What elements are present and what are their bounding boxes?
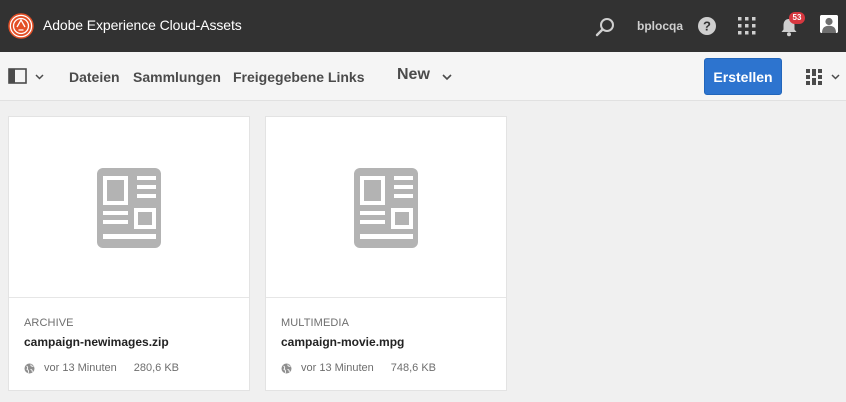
user-avatar[interactable] bbox=[820, 15, 838, 33]
folder-title-dropdown[interactable]: New bbox=[397, 66, 430, 84]
svg-text:?: ? bbox=[703, 19, 711, 34]
view-switcher-icon[interactable] bbox=[805, 67, 841, 87]
search-icon[interactable] bbox=[594, 16, 616, 38]
asset-meta: vor 13 Minuten 280,6 KB bbox=[24, 362, 179, 374]
notification-count-badge: 53 bbox=[789, 12, 805, 24]
asset-card[interactable]: MULTIMEDIA campaign-movie.mpg vor 13 Min… bbox=[265, 116, 507, 391]
tab-dateien[interactable]: Dateien bbox=[69, 69, 120, 85]
file-size: 748,6 KB bbox=[390, 362, 437, 374]
asset-type-label: MULTIMEDIA bbox=[281, 317, 350, 329]
experience-cloud-logo-icon[interactable] bbox=[8, 13, 34, 39]
globe-icon bbox=[24, 363, 35, 373]
asset-type-label: ARCHIVE bbox=[24, 317, 74, 329]
asset-title[interactable]: campaign-newimages.zip bbox=[24, 335, 169, 349]
generic-document-icon bbox=[97, 168, 161, 248]
apps-grid-icon[interactable] bbox=[738, 17, 756, 35]
asset-meta: vor 13 Minuten 748,6 KB bbox=[281, 362, 436, 374]
user-icon bbox=[820, 15, 838, 33]
asset-card[interactable]: ARCHIVE campaign-newimages.zip vor 13 Mi… bbox=[8, 116, 250, 391]
asset-thumbnail[interactable] bbox=[266, 117, 506, 298]
tab-freigegebene-links[interactable]: Freigegebene Links bbox=[233, 69, 364, 85]
chevron-down-icon[interactable] bbox=[442, 73, 452, 81]
asset-thumbnail[interactable] bbox=[9, 117, 249, 298]
app-title[interactable]: Adobe Experience Cloud-Assets bbox=[43, 17, 242, 33]
shell-header: Adobe Experience Cloud-Assets bplocqa ? … bbox=[0, 0, 846, 52]
tab-sammlungen[interactable]: Sammlungen bbox=[133, 69, 221, 85]
generic-document-icon bbox=[354, 168, 418, 248]
modified-time: vor 13 Minuten bbox=[301, 362, 374, 374]
modified-time: vor 13 Minuten bbox=[44, 362, 117, 374]
create-button[interactable]: Erstellen bbox=[704, 58, 782, 95]
globe-icon bbox=[281, 363, 292, 373]
help-icon[interactable]: ? bbox=[697, 16, 717, 36]
file-size: 280,6 KB bbox=[133, 362, 180, 374]
asset-title[interactable]: campaign-movie.mpg bbox=[281, 335, 404, 349]
user-label[interactable]: bplocqa bbox=[637, 19, 683, 33]
rail-toggle-icon[interactable] bbox=[8, 67, 48, 87]
